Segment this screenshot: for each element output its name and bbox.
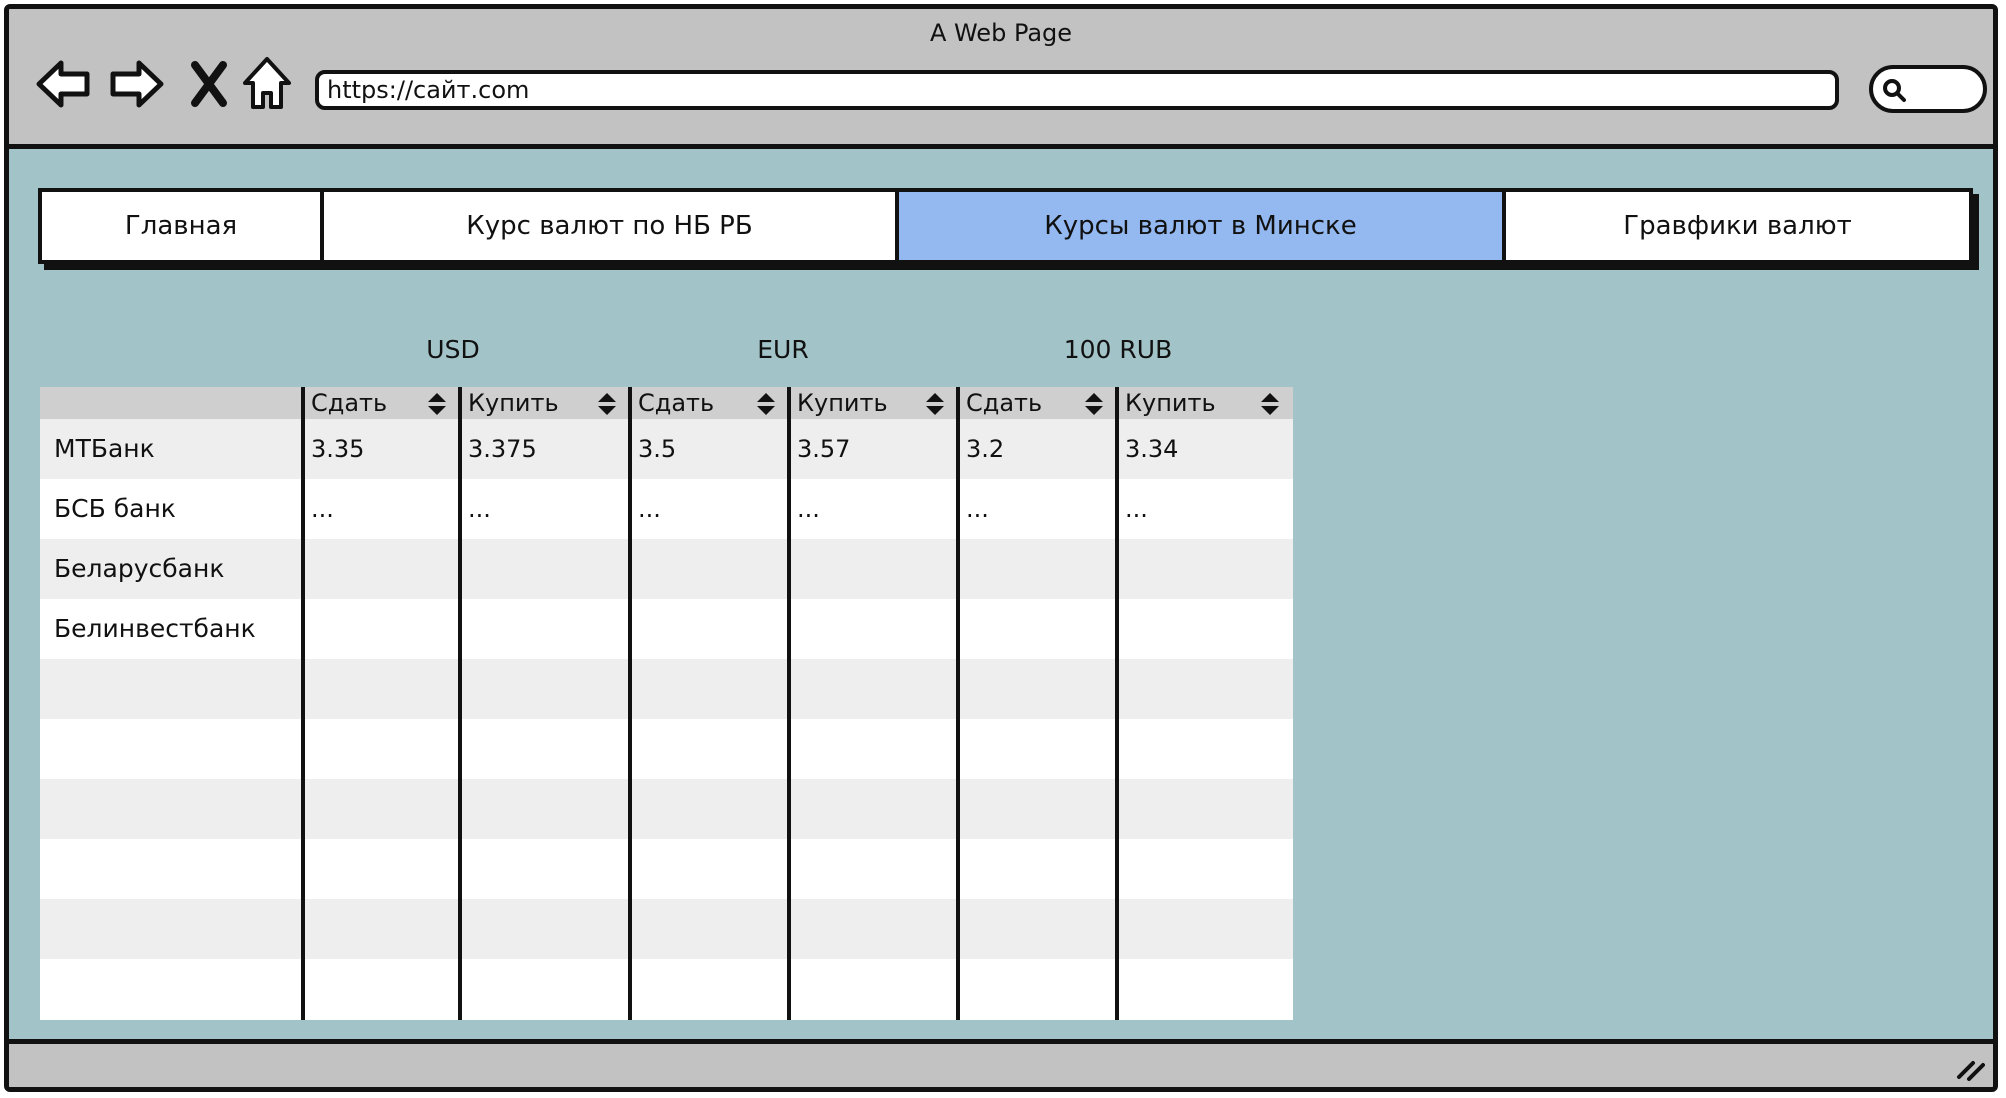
rate-cell: ... [966, 495, 989, 523]
forward-arrow-icon[interactable] [107, 55, 165, 113]
column-header-label: Купить [797, 389, 888, 417]
tab-label: Главная [124, 211, 238, 241]
sort-arrows-icon[interactable] [426, 391, 448, 417]
column-divider [1115, 387, 1119, 1020]
rate-cell: 3.375 [468, 435, 537, 463]
column-header-label: Сдать [638, 389, 715, 417]
tab-minsk-rates[interactable]: Курсы валют в Минске [899, 192, 1506, 260]
column-divider [956, 387, 960, 1020]
currency-label-rub: 100 RUB [1063, 335, 1173, 364]
magnifier-icon [1883, 79, 1906, 102]
tab-nbrb-rates[interactable]: Курс валют по НБ РБ [324, 192, 899, 260]
sort-arrows-icon[interactable] [1083, 391, 1105, 417]
tab-rate-charts[interactable]: Гравфики валют [1506, 192, 1969, 260]
tab-label: Гравфики валют [1623, 211, 1852, 241]
column-header-label: Сдать [311, 389, 388, 417]
browser-chrome: A Web Page https://сайт.com [9, 9, 1993, 149]
bank-name: Беларусбанк [54, 554, 225, 583]
table-row[interactable] [40, 659, 1293, 719]
column-header[interactable]: Сдать [962, 387, 1117, 419]
window-title: A Web Page [929, 19, 1073, 47]
sort-arrows-icon[interactable] [596, 391, 618, 417]
tab-label: Курс валют по НБ РБ [466, 211, 753, 241]
status-bar [9, 1039, 1993, 1087]
bank-name: БСБ банк [54, 494, 176, 523]
rate-cell: ... [797, 495, 820, 523]
sort-arrows-icon[interactable] [924, 391, 946, 417]
table-row[interactable] [40, 899, 1293, 959]
column-header[interactable]: Купить [793, 387, 958, 419]
rate-cell: 3.5 [638, 435, 677, 463]
column-divider [458, 387, 462, 1020]
table-row[interactable]: БСБ банк.................. [40, 479, 1293, 539]
rate-cell: 3.35 [311, 435, 365, 463]
table-header: Сдать Купить Сдать Купить Сдать Купить [40, 387, 1293, 419]
browser-window: A Web Page https://сайт.com Главная Курс… [4, 4, 1998, 1092]
search-box[interactable] [1869, 65, 1987, 113]
column-header-label: Купить [1125, 389, 1216, 417]
table-row[interactable]: Беларусбанк [40, 539, 1293, 599]
rate-cell: ... [311, 495, 334, 523]
sort-arrows-icon[interactable] [755, 391, 777, 417]
table-row[interactable]: Белинвестбанк [40, 599, 1293, 659]
bank-name: Белинвестбанк [54, 614, 256, 643]
column-divider [628, 387, 632, 1020]
back-arrow-icon[interactable] [35, 55, 93, 113]
column-header[interactable]: Сдать [307, 387, 460, 419]
bank-name: МТБанк [54, 434, 155, 463]
table-row[interactable] [40, 959, 1293, 1019]
rate-cell: 3.34 [1125, 435, 1179, 463]
address-bar[interactable]: https://сайт.com [315, 70, 1839, 110]
column-header[interactable]: Сдать [634, 387, 789, 419]
rate-cell: 3.57 [797, 435, 851, 463]
tab-home[interactable]: Главная [42, 192, 324, 260]
table-row[interactable] [40, 839, 1293, 899]
column-divider [301, 387, 305, 1020]
home-icon[interactable] [241, 55, 293, 113]
sort-arrows-icon[interactable] [1259, 391, 1281, 417]
currency-label-usd: USD [426, 335, 480, 364]
rate-cell: 3.2 [966, 435, 1005, 463]
column-header[interactable]: Купить [1121, 387, 1293, 419]
rate-cell: ... [1125, 495, 1148, 523]
tab-label: Курсы валют в Минске [1044, 211, 1357, 241]
resize-grip-icon[interactable] [1955, 1053, 1985, 1081]
rate-cell: ... [468, 495, 491, 523]
close-x-icon[interactable] [187, 55, 231, 113]
table-row[interactable]: МТБанк 3.35 3.375 3.5 3.57 3.2 3.34 [40, 419, 1293, 479]
column-header-label: Купить [468, 389, 559, 417]
table-row[interactable] [40, 779, 1293, 839]
table-row[interactable] [40, 719, 1293, 779]
column-header[interactable]: Купить [464, 387, 630, 419]
column-divider [787, 387, 791, 1020]
main-nav-tabs: Главная Курс валют по НБ РБ Курсы валют … [38, 188, 1973, 264]
rate-cell: ... [638, 495, 661, 523]
currency-label-eur: EUR [757, 335, 809, 364]
column-header-label: Сдать [966, 389, 1043, 417]
rates-table: Сдать Купить Сдать Купить Сдать Купить МТБанк… [40, 387, 1293, 1020]
